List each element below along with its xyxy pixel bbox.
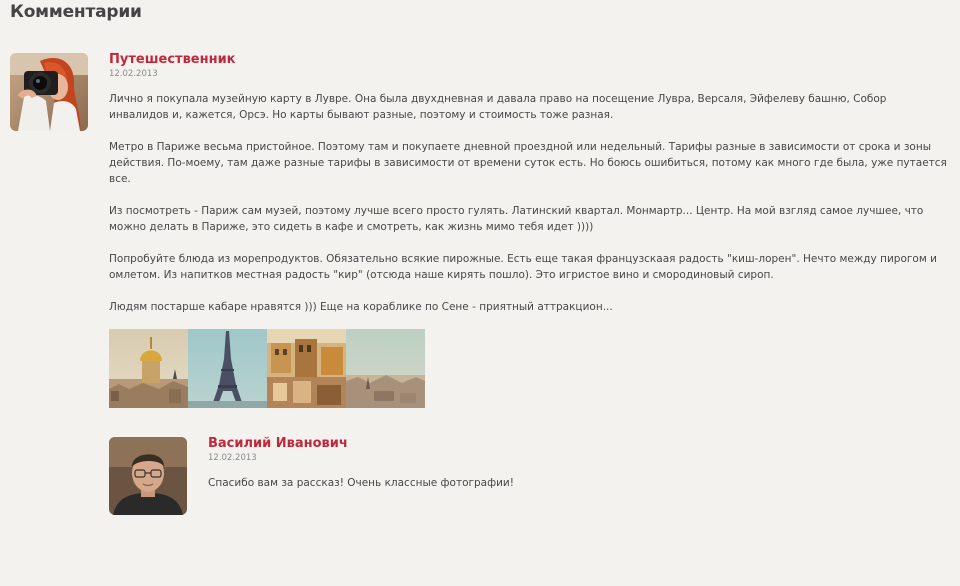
comment-author-link[interactable]: Василий Иванович [208,437,929,451]
avatar-woman-with-camera [10,53,88,131]
comments-heading: Комментарии [10,2,142,22]
avatar[interactable] [10,53,88,131]
comment-paragraph: Из посмотреть - Париж сам музей, поэтому… [109,205,924,233]
comment-paragraph: Попробуйте блюда из морепродуктов. Обяза… [109,253,937,281]
comment-date: 12.02.2013 [109,69,158,79]
comment-body: Путешественник 12.02.2013 Лично я покупа… [109,53,950,331]
comment-paragraph: Метро в Париже весьма пристойное. Поэтом… [109,141,947,185]
photo-gallery [109,329,425,408]
photo-thumbnail-invalides[interactable] [109,329,188,408]
paris-city-view-image [346,329,425,408]
comment-paragraph: Спасибо вам за рассказ! Очень классные ф… [208,477,514,489]
photo-thumbnail-rooftops[interactable] [267,329,346,408]
photo-thumbnail-eiffel[interactable] [188,329,267,408]
photo-thumbnail-city-view[interactable] [346,329,425,408]
comment-paragraph: Лично я покупала музейную карту в Лувре.… [109,93,887,121]
les-invalides-dome-image [109,329,188,408]
comment-text: Спасибо вам за рассказ! Очень классные ф… [208,475,929,491]
paris-rooftops-image [267,329,346,408]
avatar[interactable] [109,437,187,515]
avatar-man-portrait [109,437,187,515]
comment-date: 12.02.2013 [208,453,257,463]
comment-body: Василий Иванович 12.02.2013 Спасибо вам … [208,437,929,507]
comment-paragraph: Людям постарше кабаре нравятся ))) Еще н… [109,301,613,313]
eiffel-tower-image [188,329,267,408]
comment-text: Лично я покупала музейную карту в Лувре.… [109,91,950,315]
comment-author-link[interactable]: Путешественник [109,53,950,67]
